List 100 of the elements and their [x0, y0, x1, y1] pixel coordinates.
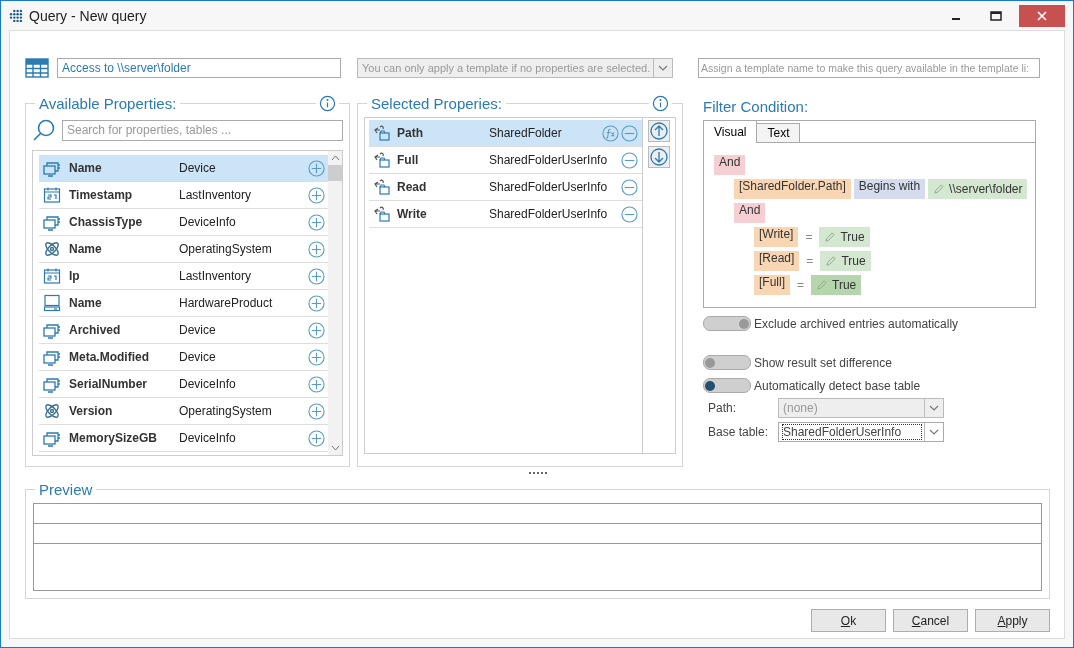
- add-icon[interactable]: [308, 402, 325, 420]
- property-row[interactable]: Name OperatingSystem: [39, 236, 328, 263]
- dialog-button[interactable]: Ok: [811, 609, 886, 632]
- condition-field[interactable]: [SharedFolder.Path]: [734, 179, 851, 199]
- property-name: Version: [69, 404, 114, 418]
- scrollbar-thumb[interactable]: [328, 165, 342, 181]
- property-row[interactable]: Archived Device: [39, 317, 328, 344]
- toggle-switch[interactable]: [703, 355, 751, 370]
- table-name: SharedFolderUserInfo: [489, 207, 609, 221]
- panel-title: Selected Properies:: [370, 95, 503, 112]
- equals-operator[interactable]: =: [801, 230, 817, 244]
- property-name: Meta.Modified: [69, 350, 150, 364]
- property-row[interactable]: ChassisType DeviceInfo: [39, 209, 328, 236]
- function-icon[interactable]: [602, 124, 619, 142]
- remove-icon[interactable]: [621, 151, 638, 169]
- property-row[interactable]: Timestamp LastInventory: [39, 182, 328, 209]
- move-down-button[interactable]: [648, 146, 670, 168]
- monitors-icon: [43, 429, 61, 447]
- shared-folder-icon: [373, 151, 391, 169]
- toggle-switch[interactable]: [703, 378, 751, 393]
- add-icon[interactable]: [308, 429, 325, 447]
- add-icon[interactable]: [308, 321, 325, 339]
- shared-folder-icon: [373, 178, 391, 196]
- property-name: Ip: [69, 269, 81, 283]
- pencil-icon[interactable]: [825, 255, 837, 267]
- table-name: DeviceInfo: [179, 431, 237, 445]
- property-name: Timestamp: [69, 188, 134, 202]
- monitors-icon: [43, 159, 61, 177]
- toggle-label: Exclude archived entries automatically: [754, 316, 959, 331]
- condition-field[interactable]: [Read]: [754, 251, 800, 271]
- condition-value[interactable]: True: [819, 227, 870, 247]
- property-name: Name: [69, 242, 103, 256]
- scrollbar[interactable]: [328, 151, 342, 455]
- move-up-button[interactable]: [648, 120, 670, 142]
- add-icon[interactable]: [308, 294, 325, 312]
- property-row[interactable]: Version OperatingSystem: [39, 398, 328, 425]
- property-row[interactable]: Name HardwareProduct: [39, 290, 328, 317]
- condition-field[interactable]: [Full]: [754, 275, 790, 295]
- panel-title: Preview: [38, 481, 94, 498]
- query-name-field[interactable]: Access to \\server\folder: [57, 58, 341, 78]
- value-text: True: [840, 230, 865, 244]
- value-text: \\server\folder: [949, 182, 1023, 196]
- property-name: Archived: [69, 323, 122, 337]
- add-icon[interactable]: [308, 240, 325, 258]
- property-row[interactable]: Read SharedFolderUserInfo: [369, 174, 642, 201]
- property-row[interactable]: Path SharedFolder: [369, 120, 642, 147]
- add-icon[interactable]: [308, 267, 325, 285]
- field-label: Path:: [708, 401, 738, 415]
- add-icon[interactable]: [308, 186, 325, 204]
- remove-icon[interactable]: [621, 178, 638, 196]
- panel-title: Filter Condition:: [703, 97, 810, 117]
- pencil-icon[interactable]: [933, 183, 945, 195]
- pencil-icon[interactable]: [824, 231, 836, 243]
- add-icon[interactable]: [308, 375, 325, 393]
- value-text: True: [832, 278, 857, 292]
- field-label: Base table:: [708, 425, 770, 439]
- dialog-button[interactable]: Cancel: [893, 609, 968, 632]
- property-search-field[interactable]: Search for properties, tables ...: [62, 119, 343, 141]
- dialog-button[interactable]: Apply: [975, 609, 1050, 632]
- computer-icon: [43, 294, 61, 312]
- add-icon[interactable]: [308, 213, 325, 231]
- calendar-icon: [43, 186, 61, 204]
- table-name: SharedFolder: [489, 126, 563, 140]
- dropdown[interactable]: SharedFolderUserInfo: [778, 422, 944, 442]
- property-row[interactable]: SerialNumber DeviceInfo: [39, 371, 328, 398]
- condition-value[interactable]: True: [811, 275, 862, 295]
- condition-value[interactable]: \\server\folder: [928, 179, 1028, 199]
- property-row[interactable]: Meta.Modified Device: [39, 344, 328, 371]
- and-operator[interactable]: And: [714, 155, 746, 175]
- property-row[interactable]: Ip LastInventory: [39, 263, 328, 290]
- add-icon[interactable]: [308, 159, 325, 177]
- condition-value[interactable]: True: [820, 251, 871, 271]
- property-row[interactable]: Full SharedFolderUserInfo: [369, 147, 642, 174]
- remove-icon[interactable]: [621, 124, 638, 142]
- equals-operator[interactable]: =: [802, 254, 818, 268]
- tab[interactable]: Text: [757, 123, 801, 142]
- property-row[interactable]: Write SharedFolderUserInfo: [369, 201, 642, 228]
- and-operator[interactable]: And: [734, 203, 766, 223]
- atom-icon: [43, 240, 61, 258]
- close-button[interactable]: [1019, 4, 1065, 27]
- scroll-down-icon[interactable]: [330, 445, 340, 451]
- property-row[interactable]: MemorySizeGB DeviceInfo: [39, 425, 328, 452]
- condition-field[interactable]: [Write]: [754, 227, 799, 247]
- minimize-icon: [952, 18, 960, 20]
- condition-operator[interactable]: Begins with: [853, 179, 926, 199]
- property-row[interactable]: Name Device: [39, 155, 328, 182]
- toggle-label: Show result set difference: [754, 355, 892, 370]
- table-icon: [25, 58, 49, 78]
- remove-icon[interactable]: [621, 205, 638, 223]
- tab[interactable]: Visual: [704, 121, 758, 143]
- table-name: LastInventory: [179, 188, 253, 202]
- equals-operator[interactable]: =: [793, 278, 809, 292]
- add-icon[interactable]: [308, 348, 325, 366]
- template-name-field[interactable]: Assign a template name to make this query available in the template li:: [698, 58, 1040, 78]
- scroll-up-icon[interactable]: [330, 155, 340, 161]
- toggle-label: Automatically detect base table: [754, 378, 921, 393]
- splitter-grip-icon[interactable]: [528, 471, 547, 475]
- toggle-switch[interactable]: [703, 316, 751, 331]
- table-name: OperatingSystem: [179, 404, 273, 418]
- panel-title: Available Properties:: [38, 95, 178, 112]
